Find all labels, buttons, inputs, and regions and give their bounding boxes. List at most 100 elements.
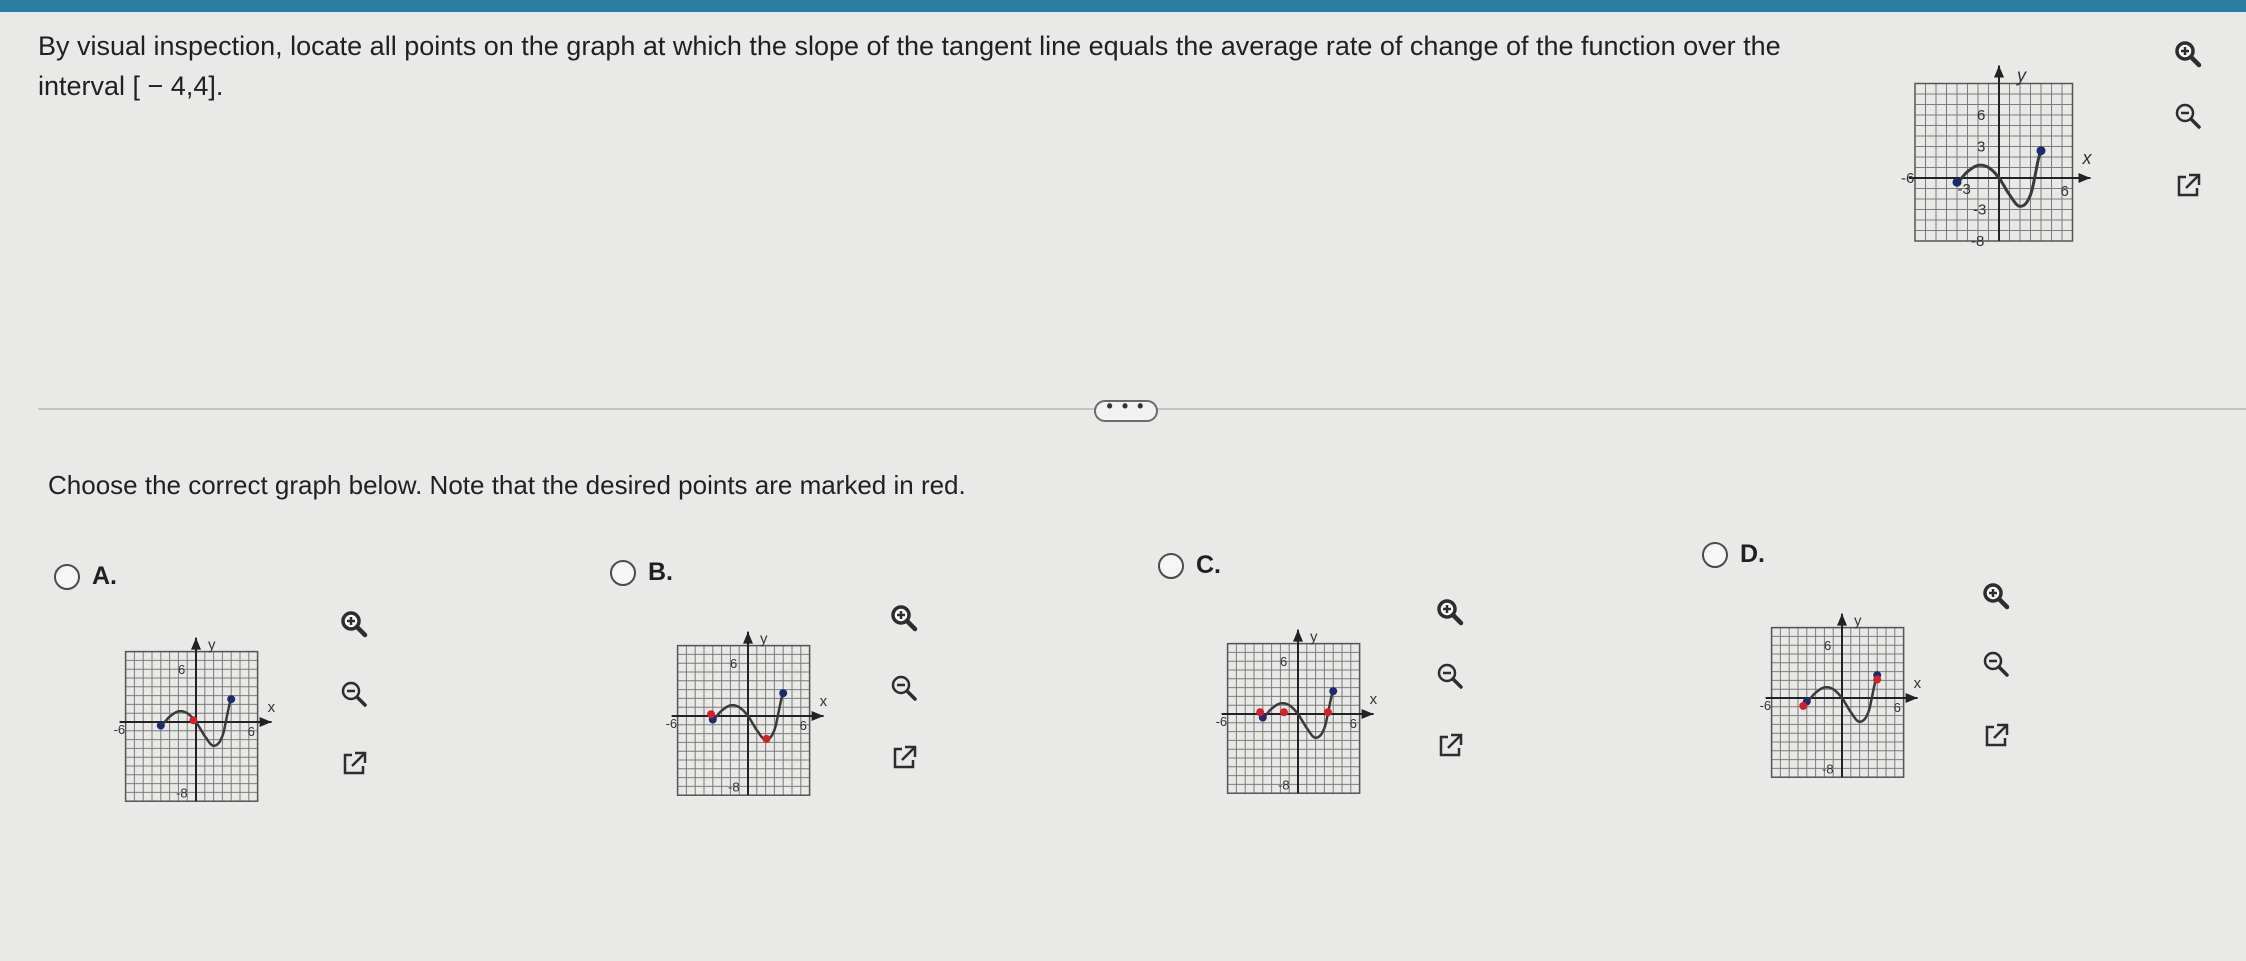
marked-point — [189, 716, 198, 725]
y-axis-label: y — [1854, 613, 1862, 630]
tick-label-neg8: -8 — [176, 785, 188, 800]
points — [1799, 671, 1882, 710]
marked-point — [1323, 708, 1332, 717]
main-zoom-in-button[interactable] — [2168, 34, 2208, 74]
y-axis-label: y — [1310, 629, 1318, 646]
option-b[interactable]: B. — [610, 558, 673, 587]
option-b-zoom-in-button[interactable] — [884, 598, 924, 638]
zoom-in-icon — [1435, 597, 1465, 627]
option-b-graph: y x 6 -6 6 -8 — [656, 598, 856, 818]
option-b-radio[interactable] — [610, 559, 636, 586]
x-axis-label: x — [1370, 691, 1378, 708]
option-c-graph: y x 6 -6 6 -8 — [1206, 596, 1406, 816]
option-c[interactable]: C. — [1158, 551, 1221, 580]
option-d-radio[interactable] — [1702, 541, 1728, 568]
option-d-zoom-in-button[interactable] — [1976, 576, 2016, 616]
tick-label-3: 3 — [1977, 139, 1985, 156]
x-axis-label: x — [2082, 148, 2093, 168]
x-axis-arrow — [811, 711, 824, 721]
option-c-graph-svg: yx6-6 6-8 — [1216, 629, 1378, 794]
main-graph: y x 6 3 -6 -3 6 -3 -8 — [1895, 26, 2135, 306]
marked-point — [707, 710, 716, 719]
points — [1256, 687, 1338, 722]
grid-border — [676, 644, 811, 796]
option-d-graph: y x 6 -6 6 -8 — [1750, 580, 1950, 800]
zoom-out-icon — [339, 679, 369, 709]
tick-label-neg8: -8 — [1822, 761, 1834, 776]
option-d-popout-button[interactable] — [1976, 716, 2016, 756]
option-a-graph: y x 6 -6 6 -8 — [104, 604, 304, 824]
option-a-label: A. — [92, 562, 117, 590]
endpoint-left — [156, 721, 165, 730]
main-popout-button[interactable] — [2168, 166, 2208, 206]
tick-label-neg8: -8 — [728, 779, 740, 794]
tick-label-neg3: -3 — [1958, 181, 1971, 198]
y-axis-arrow — [1994, 65, 2004, 78]
grid — [676, 644, 811, 796]
marked-point — [1799, 701, 1808, 710]
top-bar — [0, 0, 2246, 12]
option-d[interactable]: D. — [1702, 540, 1765, 569]
option-c-zoom-in-button[interactable] — [1430, 592, 1470, 632]
grid — [1226, 642, 1361, 794]
more-button[interactable]: • • • — [1094, 397, 1158, 422]
tick-label-neg3-y: -3 — [1973, 202, 1986, 219]
main-graph-svg: y x 6 3 -6 -3 6 -3 -8 — [1901, 65, 2093, 250]
tick-label-6: 6 — [1824, 638, 1831, 653]
grid-border — [124, 650, 259, 802]
zoom-out-icon — [2173, 101, 2203, 131]
option-d-zoom-out-button[interactable] — [1976, 644, 2016, 684]
grid — [124, 650, 259, 802]
zoom-out-icon — [1981, 649, 2011, 679]
zoom-in-icon — [889, 603, 919, 633]
grid-border — [1226, 642, 1361, 794]
endpoint-right — [779, 689, 788, 698]
endpoint-right — [2036, 146, 2046, 156]
question-text: By visual inspection, locate all points … — [38, 31, 1781, 101]
question-page: By visual inspection, locate all points … — [0, 0, 2246, 961]
zoom-in-icon — [339, 609, 369, 639]
option-b-popout-button[interactable] — [884, 738, 924, 778]
option-d-label: D. — [1740, 540, 1765, 568]
marked-point — [762, 734, 771, 743]
tick-label-6-x: 6 — [1350, 716, 1357, 731]
option-c-zoom-out-button[interactable] — [1430, 656, 1470, 696]
main-zoom-out-button[interactable] — [2168, 96, 2208, 136]
marked-point — [1279, 708, 1288, 717]
option-b-label: B. — [648, 558, 673, 586]
x-axis-label: x — [820, 693, 828, 710]
endpoint-right — [1329, 687, 1338, 696]
y-axis-label: y — [2015, 66, 2027, 86]
y-axis-arrow — [743, 631, 753, 644]
option-c-radio[interactable] — [1158, 552, 1184, 579]
option-b-graph-svg: yx6-6 6-8 — [666, 631, 828, 796]
tick-label-6: 6 — [730, 656, 737, 671]
x-axis-arrow — [259, 717, 272, 727]
popout-icon — [339, 749, 369, 779]
tick-label-neg6: -6 — [1760, 698, 1772, 713]
tick-label-neg6: -6 — [114, 722, 126, 737]
popout-icon — [1435, 731, 1465, 761]
y-axis-label: y — [208, 637, 216, 654]
option-a-radio[interactable] — [54, 563, 80, 590]
tick-label-6-x: 6 — [1894, 700, 1901, 715]
option-a-zoom-in-button[interactable] — [334, 604, 374, 644]
option-b-zoom-out-button[interactable] — [884, 668, 924, 708]
tick-label-neg8: -8 — [1971, 233, 1984, 250]
tick-label-6: 6 — [1280, 654, 1287, 669]
option-a-popout-button[interactable] — [334, 744, 374, 784]
endpoint-right — [227, 695, 236, 704]
x-axis-label: x — [1914, 675, 1922, 692]
tick-label-6-x: 6 — [2061, 183, 2069, 200]
marked-point — [1256, 708, 1265, 717]
x-axis-arrow — [1905, 693, 1918, 703]
y-axis-label: y — [760, 631, 768, 648]
option-a[interactable]: A. — [54, 562, 117, 591]
tick-label-neg8: -8 — [1278, 777, 1290, 792]
tick-label-neg6: -6 — [1901, 170, 1914, 187]
option-a-zoom-out-button[interactable] — [334, 674, 374, 714]
zoom-out-icon — [889, 673, 919, 703]
marked-point — [1873, 675, 1882, 684]
option-c-popout-button[interactable] — [1430, 726, 1470, 766]
grid-border — [1914, 82, 2074, 242]
